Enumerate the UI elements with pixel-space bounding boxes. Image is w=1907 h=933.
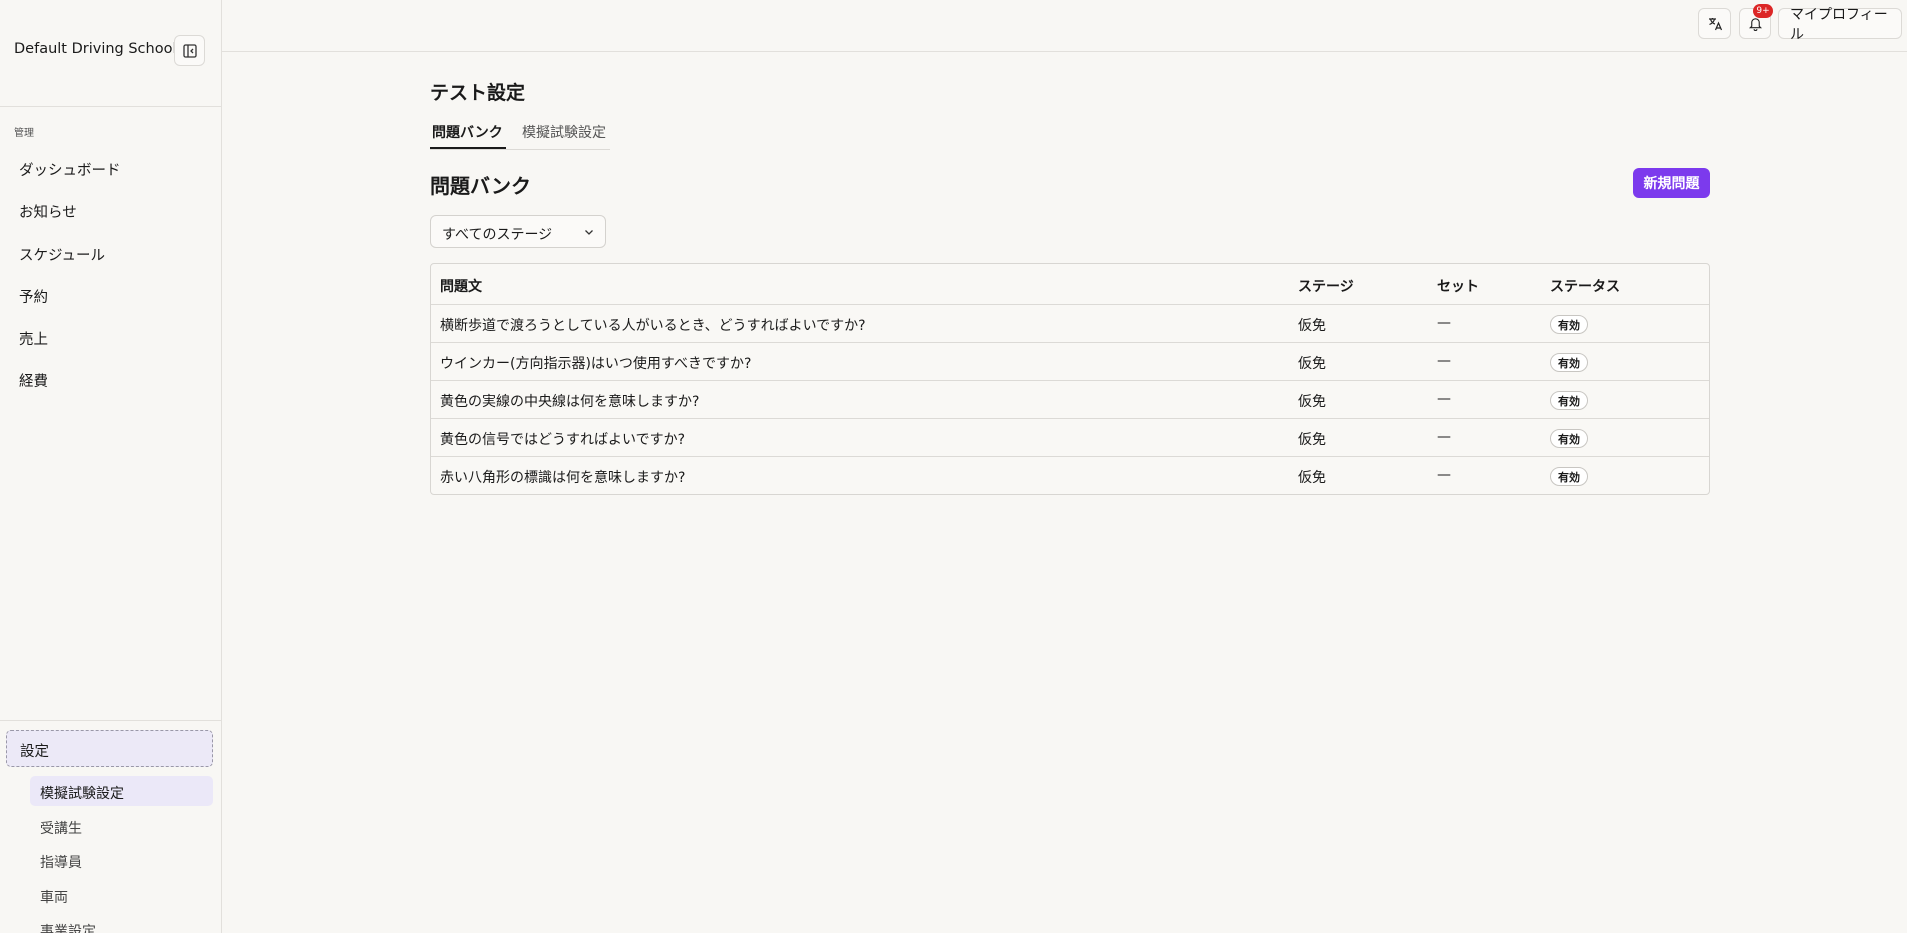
page-title: テスト設定 bbox=[430, 82, 526, 104]
status-badge: 有効 bbox=[1550, 429, 1588, 448]
brand-area: Default Driving School bbox=[0, 0, 221, 107]
table-header-row: 問題文 ステージ セット ステータス bbox=[431, 264, 1709, 305]
new-question-button[interactable]: 新規問題 bbox=[1633, 168, 1710, 198]
tab-bar: 問題バンク 模擬試験設定 bbox=[430, 119, 610, 150]
column-header-set[interactable]: セット bbox=[1437, 276, 1479, 296]
settings-label: 設定 bbox=[20, 744, 49, 760]
brand-name: Default Driving School bbox=[14, 41, 177, 57]
section-title: 問題バンク bbox=[430, 174, 531, 198]
cell-stage: 仮免 bbox=[1298, 356, 1326, 372]
question-table: 問題文 ステージ セット ステータス 横断歩道で渡ろうとしている人がいるとき、ど… bbox=[430, 263, 1710, 495]
table-row[interactable]: 黄色の実線の中央線は何を意味しますか? 仮免 — 有効 bbox=[431, 381, 1709, 419]
sidebar-item-expenses[interactable]: 経費 bbox=[19, 370, 48, 391]
section-label-admin: 管理 bbox=[14, 128, 34, 139]
sidebar-subitem-mock-exam-settings[interactable]: 模擬試験設定 bbox=[30, 776, 213, 806]
cell-stage: 仮免 bbox=[1298, 470, 1326, 486]
tab-question-bank[interactable]: 問題バンク bbox=[432, 122, 503, 142]
notification-count-badge: 9+ bbox=[1753, 4, 1773, 18]
cell-question: ウインカー(方向指示器)はいつ使用すべきですか? bbox=[440, 356, 752, 372]
sidebar-item-schedule[interactable]: スケジュール bbox=[19, 244, 105, 265]
column-header-status[interactable]: ステータス bbox=[1550, 276, 1620, 296]
sidebar-item-sales[interactable]: 売上 bbox=[19, 328, 48, 349]
table-row[interactable]: 横断歩道で渡ろうとしている人がいるとき、どうすればよいですか? 仮免 — 有効 bbox=[431, 305, 1709, 343]
stage-filter-value: すべてのステージ bbox=[442, 227, 553, 243]
status-badge: 有効 bbox=[1550, 315, 1588, 334]
sidebar-subitem-instructors[interactable]: 指導員 bbox=[40, 852, 82, 872]
sidebar-item-settings[interactable]: 設定 bbox=[6, 730, 213, 767]
cell-question: 赤い八角形の標識は何を意味しますか? bbox=[440, 470, 686, 486]
table-row[interactable]: 黄色の信号ではどうすればよいですか? 仮免 — 有効 bbox=[431, 419, 1709, 457]
cell-stage: 仮免 bbox=[1298, 394, 1326, 410]
table-row[interactable]: 赤い八角形の標識は何を意味しますか? 仮免 — 有効 bbox=[431, 457, 1709, 495]
stage-filter-select[interactable]: すべてのステージ bbox=[430, 215, 606, 248]
sidebar-subitem-label: 模擬試験設定 bbox=[40, 786, 124, 802]
cell-question: 黄色の実線の中央線は何を意味しますか? bbox=[440, 394, 700, 410]
sidebar-item-announcements[interactable]: お知らせ bbox=[19, 201, 77, 222]
status-badge: 有効 bbox=[1550, 391, 1588, 410]
translate-icon bbox=[1708, 17, 1722, 30]
sidebar-item-dashboard[interactable]: ダッシュボード bbox=[19, 159, 121, 180]
cell-set: — bbox=[1437, 315, 1451, 331]
sidebar: Default Driving School 管理 ダッシュボード お知らせ ス… bbox=[0, 0, 222, 933]
sidebar-subitem-business-settings[interactable]: 事業設定 bbox=[40, 921, 96, 933]
tab-mock-exam-settings[interactable]: 模擬試験設定 bbox=[522, 122, 606, 142]
sidebar-subitem-students[interactable]: 受講生 bbox=[40, 818, 82, 838]
cell-set: — bbox=[1437, 467, 1451, 483]
column-header-stage[interactable]: ステージ bbox=[1298, 276, 1354, 296]
cell-set: — bbox=[1437, 429, 1451, 445]
status-badge: 有効 bbox=[1550, 353, 1588, 372]
sidebar-collapse-button[interactable] bbox=[174, 35, 205, 66]
my-profile-button[interactable]: マイプロフィール bbox=[1778, 7, 1902, 43]
bell-icon bbox=[1748, 18, 1762, 31]
cell-question: 横断歩道で渡ろうとしている人がいるとき、どうすればよいですか? bbox=[440, 318, 866, 334]
chevron-down-icon bbox=[585, 230, 593, 235]
active-tab-indicator bbox=[430, 147, 506, 149]
cell-set: — bbox=[1437, 391, 1451, 407]
cell-stage: 仮免 bbox=[1298, 432, 1326, 448]
status-badge: 有効 bbox=[1550, 467, 1588, 486]
top-header bbox=[222, 0, 1907, 52]
sidebar-item-reservations[interactable]: 予約 bbox=[19, 286, 48, 307]
cell-question: 黄色の信号ではどうすればよいですか? bbox=[440, 432, 686, 448]
cell-stage: 仮免 bbox=[1298, 318, 1326, 334]
sidebar-subitem-vehicles[interactable]: 車両 bbox=[40, 887, 68, 907]
cell-set: — bbox=[1437, 353, 1451, 369]
table-row[interactable]: ウインカー(方向指示器)はいつ使用すべきですか? 仮免 — 有効 bbox=[431, 343, 1709, 381]
column-header-question[interactable]: 問題文 bbox=[440, 276, 482, 296]
sidebar-collapse-icon bbox=[182, 43, 197, 58]
language-button[interactable] bbox=[1698, 8, 1731, 39]
